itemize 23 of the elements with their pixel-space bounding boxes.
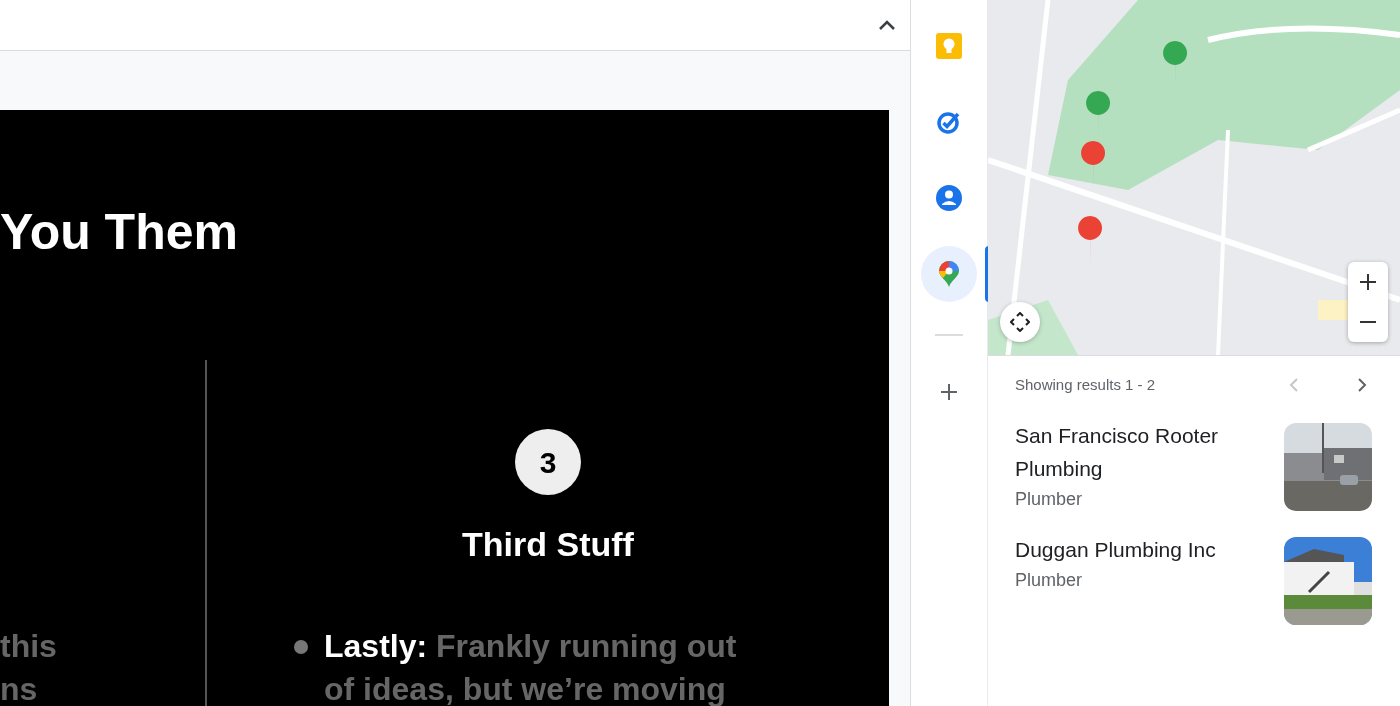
place-name[interactable]: San Francisco Rooter Plumbing <box>1015 418 1255 485</box>
place-name[interactable]: Duggan Plumbing Inc <box>1015 532 1255 566</box>
results-summary: Showing results 1 - 2 <box>1015 375 1157 395</box>
move-icon <box>1010 312 1030 332</box>
chevron-left-icon <box>1289 377 1299 394</box>
check-circle-icon <box>936 109 962 135</box>
minus-icon <box>1359 320 1377 324</box>
map-pin-icon <box>939 261 959 287</box>
slide-text: ns <box>0 670 39 706</box>
place-category: Plumber <box>1015 487 1084 511</box>
slide-title: You Them <box>0 203 239 262</box>
slide-text: this <box>0 627 58 666</box>
lightbulb-icon <box>936 33 962 59</box>
step-number: 3 <box>515 429 581 495</box>
place-category: Plumber <box>1015 568 1084 592</box>
bullet-text: Lastly: Frankly running out of ideas, but we’re moving <box>324 627 738 706</box>
person-icon <box>936 185 962 211</box>
collapse-icon[interactable] <box>878 19 896 31</box>
chevron-right-icon <box>1357 377 1367 394</box>
bullet-icon <box>294 640 308 654</box>
plus-icon <box>940 383 958 401</box>
plus-icon <box>1359 273 1377 291</box>
column-heading: Third Stuff <box>462 524 634 565</box>
